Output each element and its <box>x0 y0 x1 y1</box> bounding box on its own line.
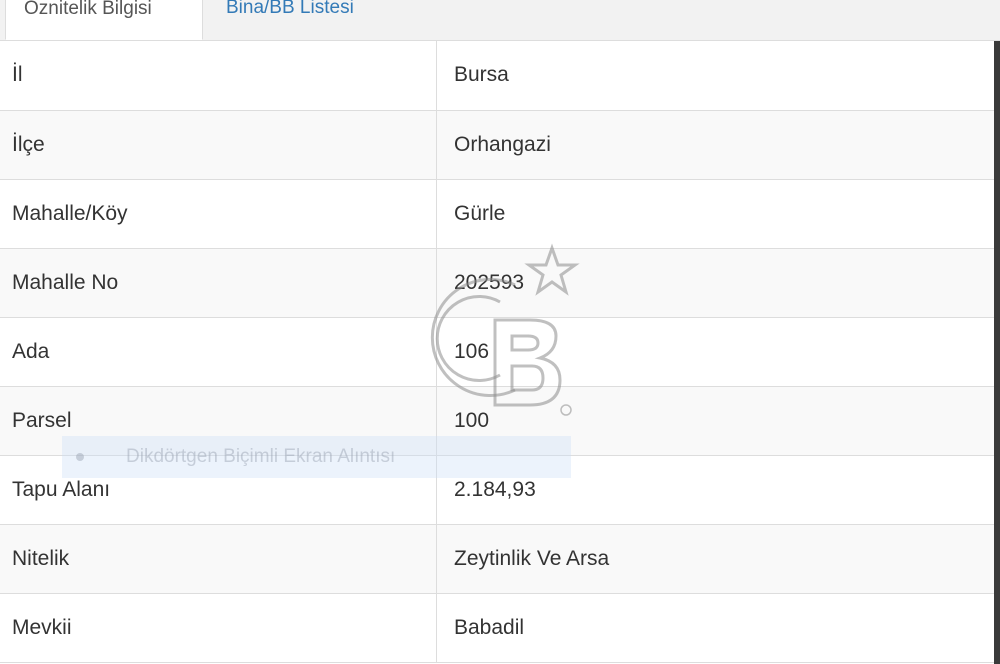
table-row: Mahalle/Köy Gürle <box>0 179 994 248</box>
table-row: Ada 106 <box>0 317 994 386</box>
row-value: 106 <box>454 339 490 363</box>
row-key: Mevkii <box>0 593 437 662</box>
tab-oznitelik-bilgisi[interactable]: Öznitelik Bilgisi <box>5 0 203 40</box>
row-value: Gürle <box>454 201 506 225</box>
bullet-icon <box>76 452 84 461</box>
row-key: Mahalle No <box>0 248 437 317</box>
row-key: Nitelik <box>0 524 437 593</box>
tab-bina-bb-listesi[interactable]: Bina/BB Listesi <box>208 0 372 40</box>
table-row: Nitelik Zeytinlik Ve Arsa <box>0 524 994 593</box>
snip-tooltip: Dikdörtgen Biçimli Ekran Alıntısı <box>62 436 571 478</box>
row-key: İl <box>0 41 437 110</box>
table-row: İl Bursa <box>0 41 994 110</box>
row-key: İlçe <box>0 110 437 179</box>
tab-bar: Öznitelik Bilgisi Bina/BB Listesi <box>0 0 1000 41</box>
attribute-table: İl Bursa İlçe Orhangazi Mahalle/Köy Gürl… <box>0 41 994 663</box>
row-value: Orhangazi <box>454 132 551 156</box>
row-value: Zeytinlik Ve Arsa <box>454 546 610 570</box>
row-value: Babadil <box>454 615 525 639</box>
row-key: Mahalle/Köy <box>0 179 437 248</box>
table-row: İlçe Orhangazi <box>0 110 994 179</box>
row-key: Ada <box>0 317 437 386</box>
tooltip-label: Dikdörtgen Biçimli Ekran Alıntısı <box>126 446 396 467</box>
scrollbar[interactable] <box>994 41 1000 664</box>
table-row: Mahalle No 202593 <box>0 248 994 317</box>
row-value: Bursa <box>454 63 509 87</box>
table-row: Mevkii Babadil <box>0 593 994 662</box>
row-value: 202593 <box>454 270 525 294</box>
